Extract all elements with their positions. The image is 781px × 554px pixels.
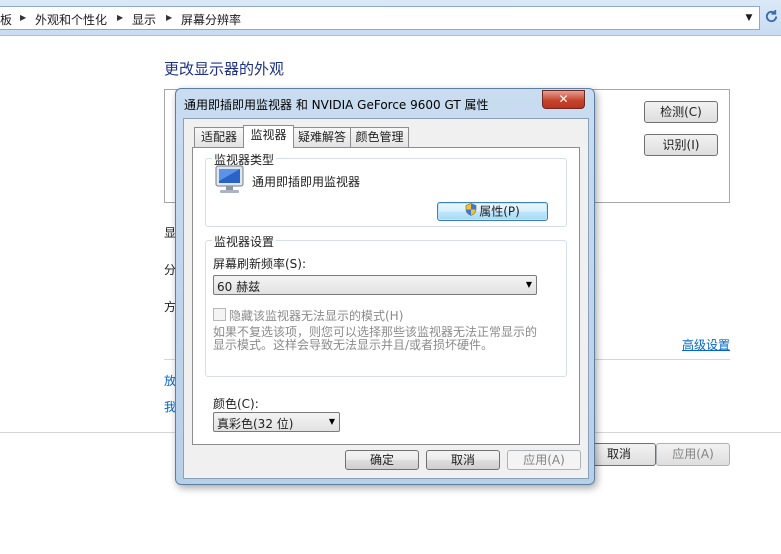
chevron-down-icon[interactable]: ▼ xyxy=(741,10,757,26)
tab-adapter[interactable]: 适配器 xyxy=(194,127,244,147)
detect-button[interactable]: 检测(C) xyxy=(644,101,718,123)
chevron-down-icon: ▼ xyxy=(328,417,335,426)
properties-button-label: 属性(P) xyxy=(479,204,520,219)
dialog-title: 通用即插即用监视器 和 NVIDIA GeForce 9600 GT 属性 xyxy=(184,98,489,112)
refresh-icon[interactable] xyxy=(764,9,781,27)
monitor-settings-group: 监视器设置 屏幕刷新频率(S): 60 赫兹 ▼ 隐藏该监视器无法显示的模式(H… xyxy=(205,233,567,377)
advanced-settings-link[interactable]: 高级设置 xyxy=(682,336,730,353)
breadcrumb-item[interactable]: 屏幕分辨率 xyxy=(181,11,241,28)
refresh-rate-label: 屏幕刷新频率(S): xyxy=(213,257,307,271)
close-icon[interactable]: ✕ xyxy=(558,92,568,106)
page-title: 更改显示器的外观 xyxy=(164,60,285,78)
close-button[interactable]: ✕ xyxy=(542,90,585,109)
tab-color-management[interactable]: 颜色管理 xyxy=(350,127,409,147)
address-bar: 板 ▶ 外观和个性化 ▶ 显示 ▶ 屏幕分辨率 ▼ xyxy=(0,0,781,36)
apply-button[interactable]: 应用(A) xyxy=(656,443,730,466)
tab-panel-monitor: 监视器类型 通用即插即用监视器 属性(P) 监视器设置 屏幕刷新频率(S): 6… xyxy=(192,147,580,445)
color-depth-select[interactable]: 真彩色(32 位) ▼ xyxy=(213,412,340,432)
tab-troubleshoot[interactable]: 疑难解答 xyxy=(293,127,351,147)
monitor-icon xyxy=(214,165,246,195)
info-text-line: 显示模式。这样会导致无法显示并且/或者损坏硬件。 xyxy=(213,338,494,352)
monitor-properties-dialog: 通用即插即用监视器 和 NVIDIA GeForce 9600 GT 属性 ✕ … xyxy=(175,88,595,485)
refresh-rate-value: 60 赫兹 xyxy=(217,280,261,294)
refresh-rate-select[interactable]: 60 赫兹 ▼ xyxy=(213,275,537,295)
cancel-button[interactable]: 取消 xyxy=(426,450,500,470)
hide-modes-checkbox[interactable] xyxy=(213,308,226,321)
monitor-name: 通用即插即用监视器 xyxy=(252,175,361,189)
ok-button[interactable]: 确定 xyxy=(345,450,419,470)
dialog-body: 适配器 监视器 疑难解答 颜色管理 监视器类型 通用即插即用监视器 属性(P) … xyxy=(183,118,589,479)
properties-button[interactable]: 属性(P) xyxy=(437,202,548,221)
breadcrumb-item[interactable]: 外观和个性化 xyxy=(35,11,107,28)
breadcrumb-separator-icon[interactable]: ▶ xyxy=(166,13,172,22)
group-legend: 监视器设置 xyxy=(212,233,277,250)
color-depth-value: 真彩色(32 位) xyxy=(217,417,294,431)
apply-button[interactable]: 应用(A) xyxy=(507,450,581,470)
breadcrumb[interactable]: 板 ▶ 外观和个性化 ▶ 显示 ▶ 屏幕分辨率 ▼ xyxy=(0,6,760,30)
chevron-down-icon: ▼ xyxy=(525,280,532,289)
shield-icon xyxy=(465,203,477,221)
breadcrumb-item[interactable]: 板 xyxy=(0,11,12,28)
breadcrumb-separator-icon[interactable]: ▶ xyxy=(20,13,26,22)
color-label: 颜色(C): xyxy=(213,397,259,411)
breadcrumb-separator-icon[interactable]: ▶ xyxy=(117,13,123,22)
identify-button[interactable]: 识别(I) xyxy=(644,134,718,156)
hide-modes-label: 隐藏该监视器无法显示的模式(H) xyxy=(229,309,404,323)
tab-monitor[interactable]: 监视器 xyxy=(243,125,294,148)
monitor-type-group: 监视器类型 通用即插即用监视器 属性(P) xyxy=(205,151,567,227)
breadcrumb-item[interactable]: 显示 xyxy=(132,11,156,28)
